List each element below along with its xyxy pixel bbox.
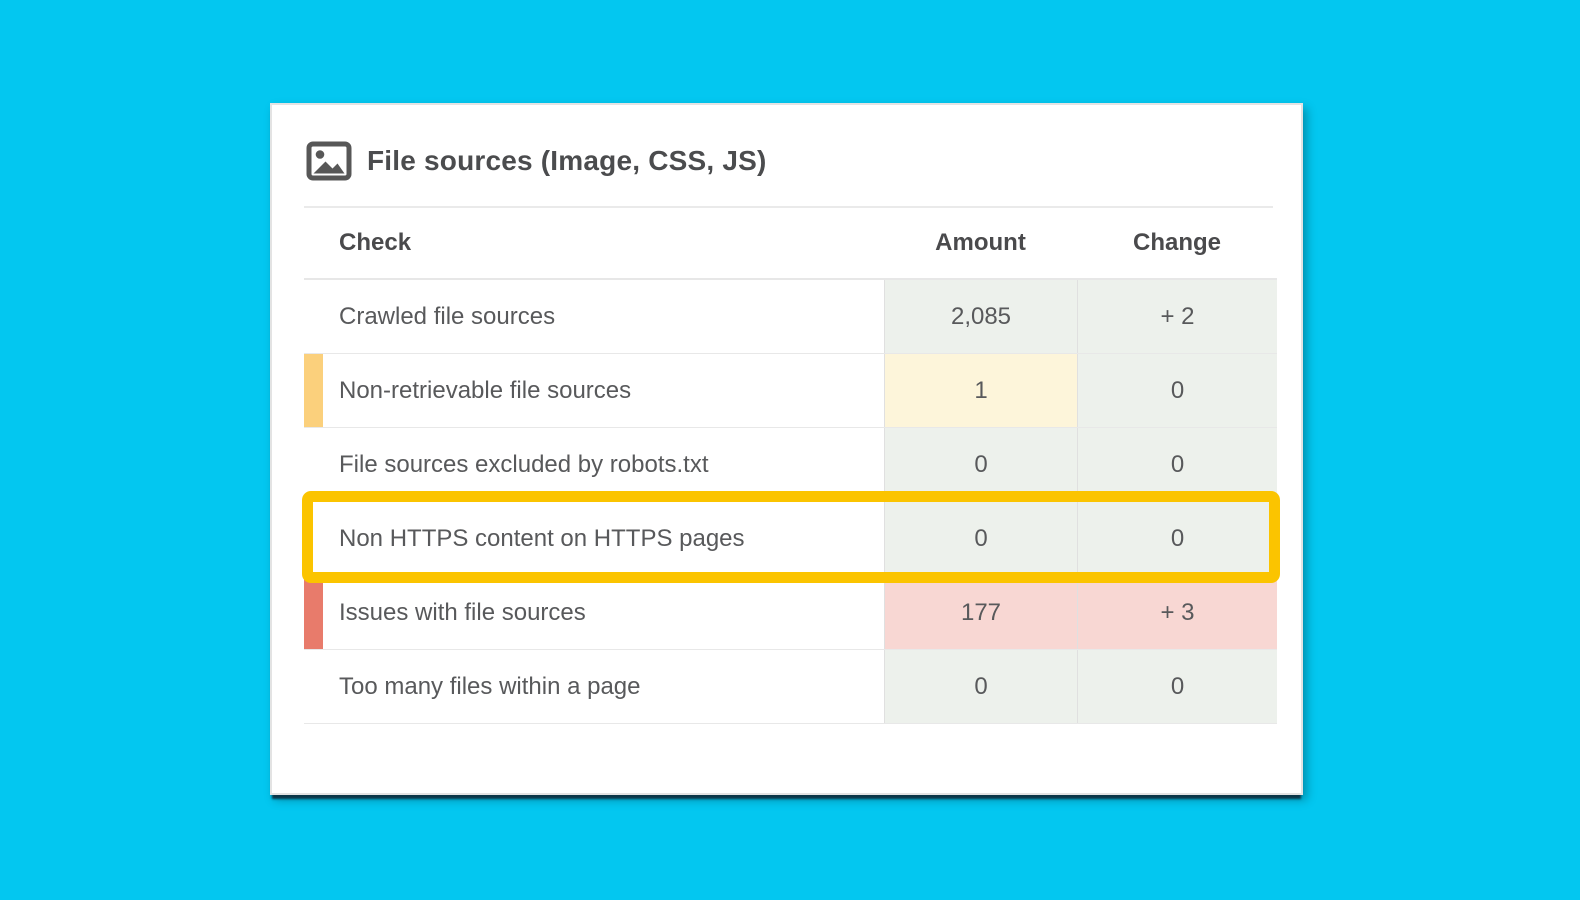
check-label: Non-retrievable file sources <box>304 354 884 427</box>
card-title-row: File sources (Image, CSS, JS) <box>304 105 1273 181</box>
change-value: 0 <box>1077 502 1277 575</box>
change-value: + 2 <box>1077 280 1277 353</box>
amount-value: 0 <box>884 428 1077 501</box>
warning-marker <box>304 354 323 427</box>
amount-value: 177 <box>884 576 1077 649</box>
change-value: 0 <box>1077 650 1277 723</box>
error-marker <box>304 576 323 649</box>
check-label: Issues with file sources <box>304 576 884 649</box>
card-title: File sources (Image, CSS, JS) <box>367 145 767 177</box>
table-row-excluded-by-robots[interactable]: File sources excluded by robots.txt 0 0 <box>304 428 1277 502</box>
check-label: File sources excluded by robots.txt <box>304 428 884 501</box>
table-row-issues-with-file-sources[interactable]: Issues with file sources 177 + 3 <box>304 576 1277 650</box>
column-header-change: Change <box>1077 229 1277 257</box>
image-icon <box>306 141 352 181</box>
column-header-amount: Amount <box>884 229 1077 257</box>
change-value: 0 <box>1077 354 1277 427</box>
table-row-non-https-content[interactable]: Non HTTPS content on HTTPS pages 0 0 <box>304 502 1277 576</box>
amount-value: 2,085 <box>884 280 1077 353</box>
change-value: 0 <box>1077 428 1277 501</box>
check-label: Too many files within a page <box>304 650 884 723</box>
file-sources-card: File sources (Image, CSS, JS) Check Amou… <box>270 103 1303 795</box>
column-header-check: Check <box>304 229 884 257</box>
amount-value: 0 <box>884 650 1077 723</box>
file-sources-table: Check Amount Change Crawled file sources… <box>304 208 1277 724</box>
table-row-non-retrievable-file-sources[interactable]: Non-retrievable file sources 1 0 <box>304 354 1277 428</box>
check-label: Non HTTPS content on HTTPS pages <box>304 502 884 575</box>
table-row-crawled-file-sources[interactable]: Crawled file sources 2,085 + 2 <box>304 280 1277 354</box>
change-value: + 3 <box>1077 576 1277 649</box>
table-row-too-many-files[interactable]: Too many files within a page 0 0 <box>304 650 1277 724</box>
check-label: Crawled file sources <box>304 280 884 353</box>
amount-value: 1 <box>884 354 1077 427</box>
amount-value: 0 <box>884 502 1077 575</box>
table-header-row: Check Amount Change <box>304 208 1277 280</box>
